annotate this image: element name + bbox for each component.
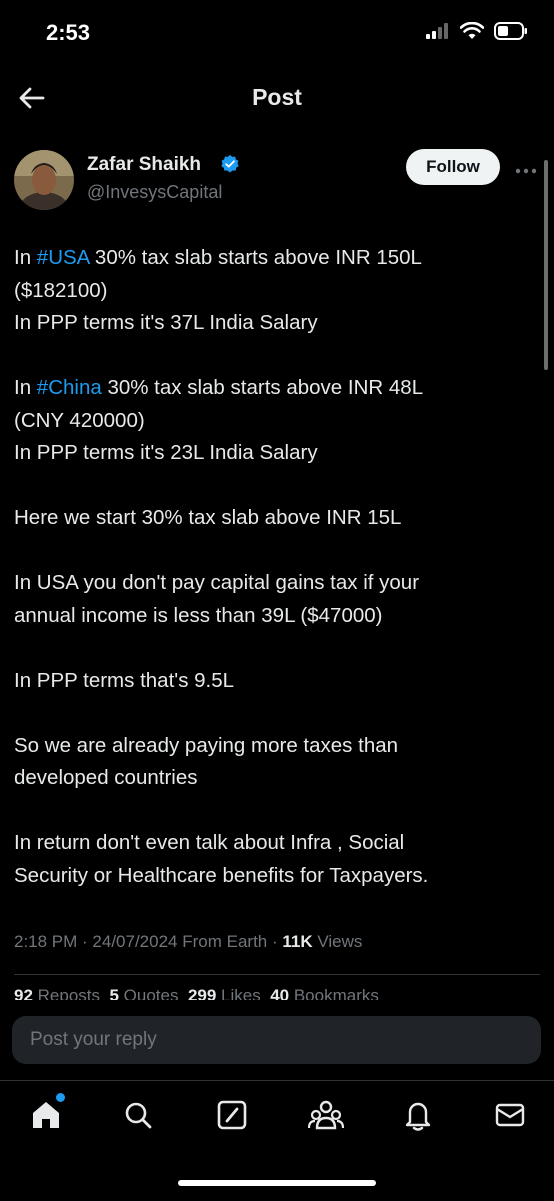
post-paragraph: In USA you don't pay capital gains tax i… — [14, 567, 534, 632]
home-indicator[interactable] — [178, 1180, 376, 1186]
tab-grok[interactable] — [212, 1095, 252, 1135]
verified-badge-icon — [221, 154, 239, 173]
reposts-label: Reposts — [32, 986, 101, 1000]
meta-separator: · — [77, 932, 93, 951]
author-name[interactable]: Zafar Shaikh — [87, 154, 201, 176]
likes-count: 299 — [187, 986, 217, 1000]
home-icon — [33, 1102, 59, 1128]
post-time[interactable]: 2:18 PM — [14, 932, 77, 951]
post-date[interactable]: 24/07/2024 — [92, 932, 177, 951]
post-paragraph: Here we start 30% tax slab above INR 15L — [14, 502, 534, 535]
bookmarks-count: 40 — [270, 986, 290, 1000]
text-span: In PPP terms that's 9.5L — [14, 668, 235, 692]
more-dots-icon — [515, 168, 537, 174]
hashtag-link[interactable]: #USA — [37, 246, 89, 269]
text-span: Security or Healthcare benefits for Taxp… — [14, 863, 429, 887]
post-paragraph: In PPP terms that's 9.5L — [14, 665, 534, 698]
quotes-count: 5 — [109, 986, 119, 1000]
wifi-icon — [460, 22, 484, 39]
reply-input[interactable] — [12, 1016, 541, 1064]
status-time: 2:53 — [46, 20, 91, 45]
quotes-stat[interactable]: 5 Quotes — [109, 986, 178, 1000]
battery-icon — [494, 22, 527, 40]
post-paragraph: In #USA 30% tax slab starts above INR 15… — [14, 242, 534, 340]
post-meta: 2:18 PM · 24/07/2024 From Earth · 11K Vi… — [14, 932, 362, 952]
communities-icon — [308, 1100, 344, 1130]
divider — [14, 974, 540, 975]
text-span: (CNY 420000) — [14, 408, 145, 432]
follow-button[interactable]: Follow — [406, 149, 500, 185]
tab-notifications[interactable] — [398, 1095, 438, 1135]
search-icon — [125, 1102, 152, 1129]
top-bar: Post — [0, 66, 554, 130]
mail-icon — [495, 1103, 525, 1127]
status-icons — [426, 22, 528, 40]
bookmarks-stat[interactable]: 40 Bookmarks — [270, 986, 379, 1000]
reposts-stat[interactable]: 92 Reposts — [14, 986, 100, 1000]
views-label: Views — [312, 932, 363, 951]
page-title: Post — [252, 84, 302, 110]
tab-search[interactable] — [118, 1095, 158, 1135]
text-span: In — [14, 246, 37, 269]
author-handle[interactable]: @InvesysCapital — [87, 182, 222, 203]
text-span: In PPP terms it's 37L India Salary — [14, 311, 318, 334]
bookmarks-label: Bookmarks — [289, 986, 379, 1000]
text-span: 30% tax slab starts above INR 48L — [101, 376, 424, 399]
likes-label: Likes — [216, 986, 261, 1000]
post-source: From Earth — [177, 932, 268, 951]
text-span: Here we start 30% tax slab above INR 15L — [14, 506, 402, 529]
avatar[interactable] — [14, 150, 74, 210]
post-paragraph: So we are already paying more taxes than… — [14, 730, 534, 795]
grok-icon — [217, 1100, 247, 1130]
post: Zafar Shaikh @InvesysCapital Follow In #… — [0, 130, 554, 1000]
status-bar: 2:53 — [0, 0, 554, 66]
post-paragraph: In #China 30% tax slab starts above INR … — [14, 372, 534, 470]
bell-icon — [405, 1102, 431, 1131]
post-stats: 92 Reposts 5 Quotes 299 Likes 40 Bookmar… — [14, 986, 379, 1000]
tab-messages[interactable] — [490, 1095, 530, 1135]
avatar-image — [14, 150, 74, 210]
reply-bar — [0, 1000, 554, 1080]
scrollbar[interactable] — [544, 160, 548, 370]
quotes-label: Quotes — [118, 986, 179, 1000]
text-span: In return don't even talk about Infra , … — [14, 831, 405, 854]
tab-communities[interactable] — [306, 1095, 346, 1135]
signal-icon — [426, 23, 448, 39]
likes-stat[interactable]: 299 Likes — [188, 986, 261, 1000]
notification-dot — [56, 1093, 65, 1102]
post-text: In #USA 30% tax slab starts above INR 15… — [14, 242, 534, 925]
text-span: 30% tax slab starts above INR 150L — [89, 246, 422, 269]
more-options-button[interactable] — [514, 158, 538, 181]
views-count: 11K — [282, 932, 313, 951]
hashtag-link[interactable]: #China — [37, 376, 102, 399]
text-span: ($182100) — [14, 278, 108, 302]
text-span: annual income is less than 39L ($47000) — [14, 603, 383, 627]
text-span: In — [14, 376, 37, 399]
post-paragraph: In return don't even talk about Infra , … — [14, 827, 534, 892]
text-span: In USA you don't pay capital gains tax i… — [14, 571, 420, 594]
reposts-count: 92 — [14, 986, 33, 1000]
text-span: So we are already paying more taxes than — [14, 733, 399, 757]
text-span: developed countries — [14, 766, 198, 789]
text-span: In PPP terms it's 23L India Salary — [14, 441, 318, 464]
meta-separator: · — [267, 932, 283, 951]
